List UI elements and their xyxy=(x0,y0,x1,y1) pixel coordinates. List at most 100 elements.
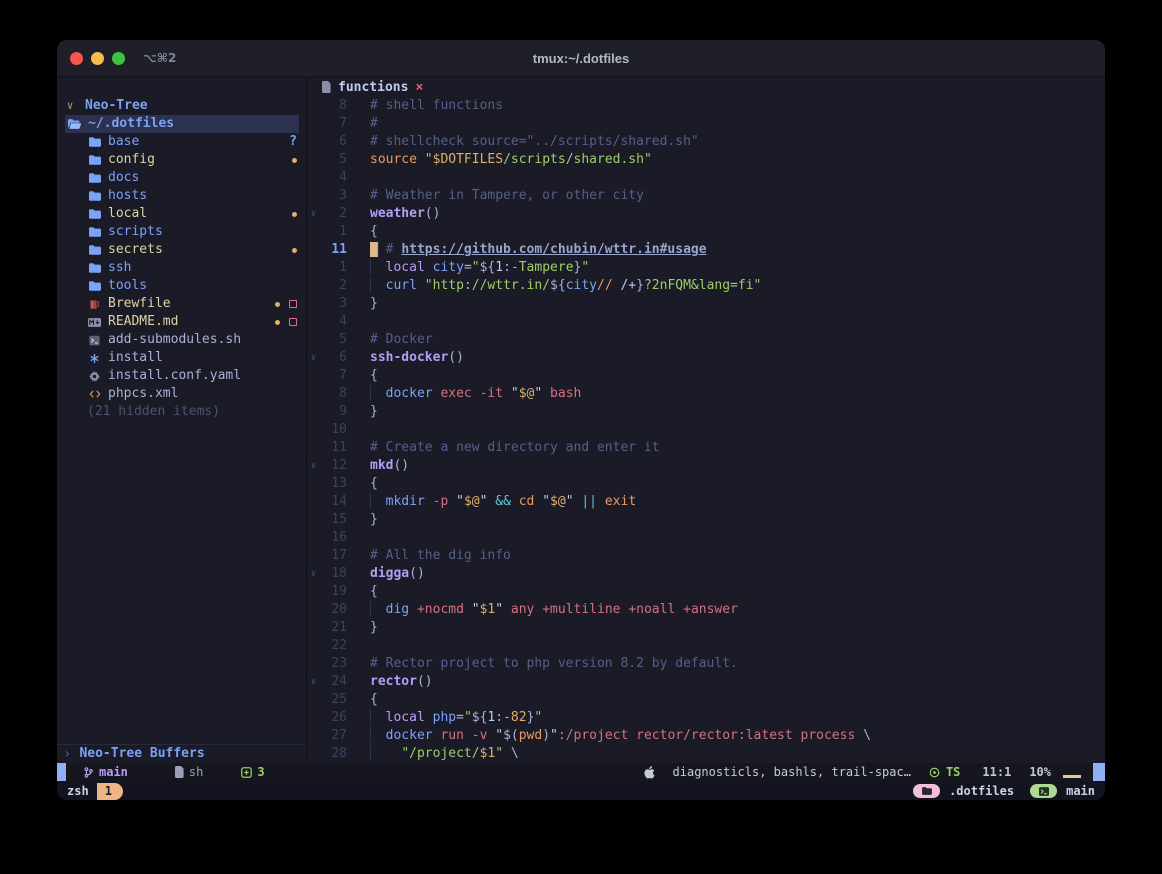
code-line[interactable]: 4 xyxy=(307,313,1105,331)
code-line[interactable]: 5source "$DOTFILES/scripts/shared.sh" xyxy=(307,151,1105,169)
line-text: ▏ "/project/$1" \ xyxy=(370,745,519,763)
tmux-window-zsh[interactable]: zsh 1 xyxy=(67,783,123,800)
fold-column xyxy=(307,529,320,547)
tree-item-install.conf.yaml[interactable]: install.conf.yaml xyxy=(57,367,306,385)
code-line[interactable]: 22 xyxy=(307,637,1105,655)
tree-item-phpcs.xml[interactable]: phpcs.xml xyxy=(57,385,306,403)
progress-underline xyxy=(1063,775,1081,778)
tree-item-ssh[interactable]: ssh xyxy=(57,259,306,277)
neo-tree-header[interactable]: Neo-Tree xyxy=(57,97,306,115)
tree-item-secrets[interactable]: secrets xyxy=(57,241,306,259)
line-text: } xyxy=(370,403,378,421)
git-status-badges xyxy=(275,300,297,308)
lsp-status-label: TS xyxy=(946,765,960,779)
tree-item-brewfile[interactable]: Brewfile xyxy=(57,295,306,313)
code-line[interactable]: 5# Docker xyxy=(307,331,1105,349)
code-line[interactable]: 25{ xyxy=(307,691,1105,709)
tree-item-hosts[interactable]: hosts xyxy=(57,187,306,205)
tree-item-scripts[interactable]: scripts xyxy=(57,223,306,241)
line-number: 16 xyxy=(320,529,347,547)
fold-open-icon[interactable] xyxy=(307,205,320,223)
fold-open-icon[interactable] xyxy=(307,673,320,691)
tree-item--21-hidden-items-[interactable]: (21 hidden items) xyxy=(57,403,306,421)
window-title: tmux:~/.dotfiles xyxy=(57,51,1105,66)
code-line[interactable]: 27▏ docker run -v "$(pwd)":/project rect… xyxy=(307,727,1105,745)
fold-column xyxy=(307,259,320,277)
scrollbar-thumb[interactable] xyxy=(1093,763,1105,781)
fold-open-icon[interactable] xyxy=(307,349,320,367)
close-tab-icon[interactable]: × xyxy=(415,80,423,95)
fold-column xyxy=(307,655,320,673)
filetype-label: sh xyxy=(189,765,203,779)
code-line[interactable]: 7{ xyxy=(307,367,1105,385)
code-line[interactable]: 2weather() xyxy=(307,205,1105,223)
tree-item-base[interactable]: base? xyxy=(57,133,306,151)
code-line[interactable]: 28▏ "/project/$1" \ xyxy=(307,745,1105,763)
code-line[interactable]: 23# Rector project to php version 8.2 by… xyxy=(307,655,1105,673)
line-text: # Rector project to php version 8.2 by d… xyxy=(370,655,738,673)
folder-icon xyxy=(87,227,102,237)
code-line[interactable]: 9} xyxy=(307,403,1105,421)
tree-item-config[interactable]: config xyxy=(57,151,306,169)
chevron-down-icon xyxy=(63,97,77,115)
close-window-button[interactable] xyxy=(70,52,83,65)
code-line[interactable]: 8▏ docker exec -it "$@" bash xyxy=(307,385,1105,403)
tmux-window-index-badge: 1 xyxy=(97,783,123,800)
line-text: # Docker xyxy=(370,331,433,349)
fold-column xyxy=(307,295,320,313)
line-number: 17 xyxy=(320,547,347,565)
tree-item-label: docs xyxy=(108,169,139,187)
tree-item--.dotfiles[interactable]: ~/.dotfiles xyxy=(57,115,306,133)
folder-icon xyxy=(922,787,932,795)
fold-column xyxy=(307,331,320,349)
code-line[interactable]: 21} xyxy=(307,619,1105,637)
code-line[interactable]: 2▏ curl "http://wttr.in/${city// /+}?2nF… xyxy=(307,277,1105,295)
code-line[interactable]: 24rector() xyxy=(307,673,1105,691)
code-line[interactable]: 13{ xyxy=(307,475,1105,493)
line-number: 15 xyxy=(320,511,347,529)
code-line[interactable]: 17 # All the dig info xyxy=(307,547,1105,565)
neo-tree-buffers-header[interactable]: Neo-Tree Buffers xyxy=(57,745,306,763)
code-line[interactable]: 16 xyxy=(307,529,1105,547)
zoom-window-button[interactable] xyxy=(112,52,125,65)
neo-tree-sidebar: Neo-Tree~/.dotfilesbase?configdocshostsl… xyxy=(57,77,307,763)
code-line-current[interactable]: 11 ▏# https://github.com/chubin/wttr.in#… xyxy=(307,241,1105,259)
code-line[interactable]: 11# Create a new directory and enter it xyxy=(307,439,1105,457)
code-line[interactable]: 1{ xyxy=(307,223,1105,241)
code-line[interactable]: 26▏ local php="${1:-82}" xyxy=(307,709,1105,727)
tree-item-tools[interactable]: tools xyxy=(57,277,306,295)
code-line[interactable]: 6ssh-docker() xyxy=(307,349,1105,367)
terminal-icon xyxy=(1039,787,1049,796)
fold-open-icon[interactable] xyxy=(307,457,320,475)
code-line[interactable]: 19{ xyxy=(307,583,1105,601)
code-line[interactable]: 3# Weather in Tampere, or other city xyxy=(307,187,1105,205)
fold-open-icon[interactable] xyxy=(307,565,320,583)
git-staged-icon xyxy=(289,300,297,308)
code-line[interactable]: 8# shell functions xyxy=(307,97,1105,115)
titlebar: ⌥⌘2 tmux:~/.dotfiles xyxy=(57,40,1105,77)
code-line[interactable]: 14▏ mkdir -p "$@" && cd "$@" || exit xyxy=(307,493,1105,511)
code-line[interactable]: 12mkd() xyxy=(307,457,1105,475)
tree-item-label: secrets xyxy=(108,241,163,259)
code-line[interactable]: 10 xyxy=(307,421,1105,439)
code-line[interactable]: 4 xyxy=(307,169,1105,187)
code-line[interactable]: 3} xyxy=(307,295,1105,313)
code-line[interactable]: 1▏ local city="${1:-Tampere}" xyxy=(307,259,1105,277)
tree-item-docs[interactable]: docs xyxy=(57,169,306,187)
code-line[interactable]: 6# shellcheck source="../scripts/shared.… xyxy=(307,133,1105,151)
line-number: 12 xyxy=(320,457,347,475)
code-line[interactable]: 7# xyxy=(307,115,1105,133)
code-line[interactable]: 18digga() xyxy=(307,565,1105,583)
line-number: 5 xyxy=(320,151,347,169)
tree-item-local[interactable]: local xyxy=(57,205,306,223)
tab-functions[interactable]: functions × xyxy=(321,80,423,95)
chevron-right-icon xyxy=(63,745,71,764)
tree-item-readme.md[interactable]: README.md xyxy=(57,313,306,331)
code-line[interactable]: 15} xyxy=(307,511,1105,529)
code-line[interactable]: 20▏ dig +nocmd "$1" any +multiline +noal… xyxy=(307,601,1105,619)
line-text: # All the dig info xyxy=(370,547,511,565)
git-modified-icon xyxy=(292,212,297,217)
tree-item-install[interactable]: install xyxy=(57,349,306,367)
tree-item-add-submodules.sh[interactable]: add-submodules.sh xyxy=(57,331,306,349)
minimize-window-button[interactable] xyxy=(91,52,104,65)
